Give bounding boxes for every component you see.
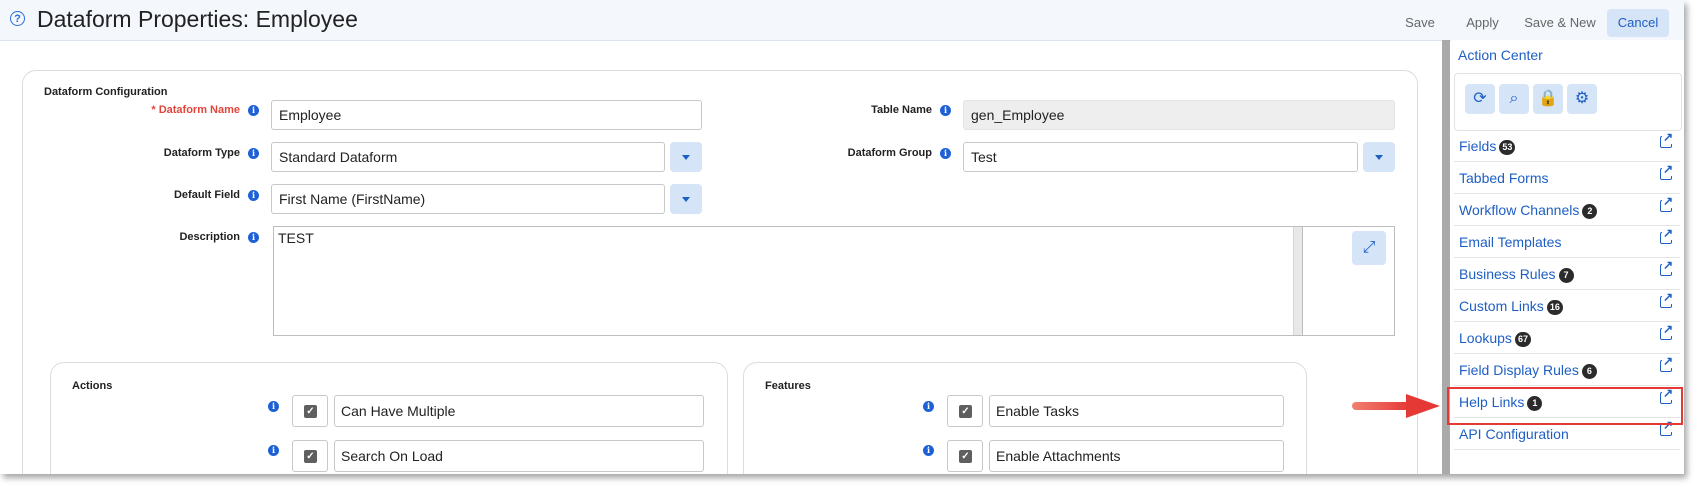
info-icon[interactable]: i (248, 190, 259, 201)
search-on-load-checkbox[interactable]: ✓ (292, 440, 328, 472)
checkmark-icon: ✓ (304, 450, 317, 463)
enable-tasks-label: Enable Tasks (989, 395, 1284, 427)
save-button[interactable]: Save (1395, 9, 1445, 37)
gear-icon[interactable]: ⚙ (1567, 84, 1597, 114)
count-badge: 2 (1582, 204, 1598, 219)
sidebar-item-business-rules[interactable]: Business Rules 7 (1454, 258, 1680, 290)
dataform-type-dropdown-button[interactable] (670, 142, 702, 172)
dataform-type-select[interactable]: Standard Dataform (271, 142, 665, 172)
dataform-type-label: Dataform Type (163, 147, 240, 159)
page-title: Dataform Properties: Employee (37, 6, 358, 32)
dataform-name-input[interactable]: Employee (271, 100, 702, 130)
description-textarea[interactable]: TEST (273, 226, 1303, 336)
external-link-icon[interactable] (1660, 323, 1674, 340)
sidebar-item-workflow-channels[interactable]: Workflow Channels 2 (1454, 194, 1680, 226)
help-links-highlight-box (1447, 387, 1683, 425)
external-link-icon[interactable] (1660, 195, 1674, 212)
info-icon[interactable]: i (940, 148, 951, 159)
dataform-group-label: Dataform Group (847, 147, 932, 159)
default-field-label: Default Field (173, 189, 240, 201)
sidebar-item-lookups[interactable]: Lookups 67 (1454, 322, 1680, 354)
count-badge: 53 (1499, 140, 1516, 155)
enable-tasks-checkbox[interactable]: ✓ (947, 395, 983, 427)
sidebar-item-label: Tabbed Forms (1459, 170, 1549, 186)
info-icon[interactable]: i (248, 105, 259, 116)
cancel-button[interactable]: Cancel (1607, 9, 1669, 37)
sidebar-item-label: Lookups (1459, 330, 1512, 346)
checkmark-icon: ✓ (959, 405, 972, 418)
can-have-multiple-label: Can Have Multiple (334, 395, 704, 427)
info-icon[interactable]: i (248, 232, 259, 243)
sidebar-item-field-display-rules[interactable]: Field Display Rules 6 (1454, 354, 1680, 386)
search-on-load-label: Search On Load (334, 440, 704, 472)
enable-attachments-label: Enable Attachments (989, 440, 1284, 472)
sidebar-item-label: Fields (1459, 138, 1497, 154)
dataform-name-label: * Dataform Name (80, 104, 240, 116)
description-scrollbar[interactable] (1293, 227, 1302, 335)
sidebar-item-email-templates[interactable]: Email Templates (1454, 226, 1680, 258)
expand-icon[interactable]: ⤢ (1352, 231, 1386, 265)
features-title: Features (765, 380, 811, 392)
action-center-toolbar: ⟳ ⌕ 🔒 ⚙ (1454, 73, 1682, 131)
info-icon[interactable]: i (940, 105, 951, 116)
count-badge: 6 (1581, 364, 1597, 379)
red-arrow-icon (1352, 394, 1440, 418)
header-bar: ? Dataform Properties: Employee Save App… (0, 0, 1684, 41)
dataform-group-dropdown-button[interactable] (1363, 142, 1395, 172)
external-link-icon[interactable] (1660, 259, 1674, 276)
sidebar-item-label: Workflow Channels (1459, 202, 1580, 218)
count-badge: 67 (1514, 332, 1531, 347)
external-link-icon[interactable] (1660, 291, 1674, 308)
enable-attachments-checkbox[interactable]: ✓ (947, 440, 983, 472)
external-link-icon[interactable] (1660, 227, 1674, 244)
sidebar-item-tabbed-forms[interactable]: Tabbed Forms (1454, 162, 1680, 194)
info-icon[interactable]: i (248, 148, 259, 159)
refresh-icon[interactable]: ⟳ (1465, 84, 1495, 114)
section-title-configuration: Dataform Configuration (44, 86, 168, 98)
apply-button[interactable]: Apply (1455, 9, 1510, 37)
help-circle-icon[interactable]: ? (10, 11, 25, 26)
table-name-label: Table Name (871, 104, 932, 116)
external-link-icon[interactable] (1660, 355, 1674, 372)
external-link-icon[interactable] (1660, 419, 1674, 436)
count-badge: 16 (1546, 300, 1563, 315)
checkmark-icon: ✓ (959, 450, 972, 463)
sidebar-item-label: Business Rules (1459, 266, 1556, 282)
table-name-input: gen_Employee (963, 100, 1395, 130)
sidebar-item-label: Email Templates (1459, 234, 1562, 250)
search-icon[interactable]: ⌕ (1499, 84, 1529, 114)
sidebar-item-custom-links[interactable]: Custom Links 16 (1454, 290, 1680, 322)
info-icon[interactable]: i (268, 401, 279, 412)
sidebar-item-fields[interactable]: Fields 53 (1454, 130, 1680, 162)
can-have-multiple-checkbox[interactable]: ✓ (292, 395, 328, 427)
external-link-icon[interactable] (1660, 163, 1674, 180)
default-field-select[interactable]: First Name (FirstName) (271, 184, 665, 214)
description-label: Description (179, 231, 240, 243)
lock-icon[interactable]: 🔒 (1533, 84, 1563, 114)
dataform-group-select[interactable]: Test (963, 142, 1358, 172)
dataform-name-label-text: Dataform Name (158, 104, 240, 116)
action-center-title: Action Center (1458, 47, 1543, 63)
count-badge: 7 (1558, 268, 1574, 283)
info-icon[interactable]: i (923, 401, 934, 412)
save-and-new-button[interactable]: Save & New (1520, 9, 1600, 37)
required-mark: * (151, 104, 156, 116)
external-link-icon[interactable] (1660, 131, 1674, 148)
default-field-dropdown-button[interactable] (670, 184, 702, 214)
sidebar-item-label: Custom Links (1459, 298, 1544, 314)
checkmark-icon: ✓ (304, 405, 317, 418)
actions-title: Actions (72, 380, 113, 392)
info-icon[interactable]: i (268, 445, 279, 456)
info-icon[interactable]: i (923, 445, 934, 456)
sidebar-item-label: API Configuration (1459, 426, 1569, 442)
sidebar-item-label: Field Display Rules (1459, 362, 1579, 378)
